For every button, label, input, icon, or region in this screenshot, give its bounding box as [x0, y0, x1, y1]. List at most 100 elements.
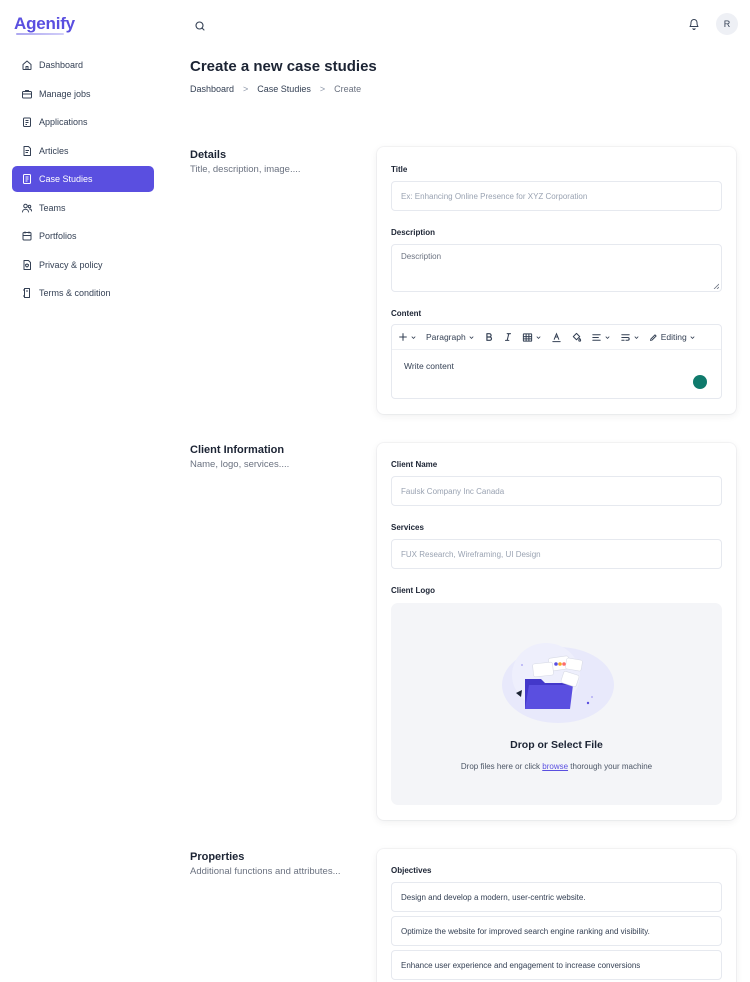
sidebar-item-label: Case Studies — [39, 174, 93, 184]
section-subtitle: Additional functions and attributes... — [190, 866, 341, 877]
bold-button[interactable] — [484, 332, 494, 342]
breadcrumb: Dashboard > Case Studies > Create — [190, 84, 361, 94]
page-title: Create a new case studies — [190, 58, 377, 75]
upload-text-prefix: Drop files here or click — [460, 762, 543, 771]
terms-icon — [23, 288, 30, 298]
align-button[interactable] — [591, 332, 611, 343]
breadcrumb-case-studies[interactable]: Case Studies — [257, 84, 311, 94]
sidebar-item-label: Dashboard — [39, 60, 84, 70]
text-color-icon — [552, 332, 561, 342]
shield-doc-icon — [23, 259, 31, 270]
chevron-down-icon — [690, 335, 695, 339]
sidebar-item-label: Terms & condition — [39, 288, 111, 298]
paragraph-select[interactable]: Paragraph — [426, 332, 475, 342]
app-logo[interactable]: Agenify — [14, 14, 75, 34]
title-label: Title — [391, 165, 408, 174]
description-placeholder: Description — [401, 252, 442, 261]
users-icon — [22, 203, 32, 212]
chevron-down-icon — [634, 335, 639, 339]
client-card: Client Name Faulsk Company Inc Canada Se… — [377, 443, 736, 820]
upload-text-suffix: thorough your machine — [568, 762, 653, 771]
properties-card: Objectives Design and develop a modern, … — [377, 849, 736, 982]
sidebar-item-label: Manage jobs — [39, 88, 91, 99]
logo-underline — [16, 33, 64, 35]
section-subtitle: Name, logo, services.... — [190, 459, 290, 470]
sidebar-item-teams[interactable]: Teams — [12, 195, 154, 221]
pencil-icon — [649, 333, 657, 341]
plus-icon — [399, 333, 407, 341]
section-subtitle: Title, description, image.... — [190, 164, 301, 175]
search-icon[interactable] — [190, 16, 210, 36]
editing-mode-select[interactable]: Editing — [649, 332, 696, 342]
table-icon — [522, 332, 532, 342]
breadcrumb-separator: > — [319, 84, 326, 94]
properties-section-header: Properties Additional functions and attr… — [190, 851, 341, 877]
bell-icon[interactable] — [684, 14, 704, 34]
upload-title: Drop or Select File — [510, 739, 603, 751]
text-color-button[interactable] — [551, 332, 562, 343]
objectives-label: Objectives — [391, 866, 432, 875]
table-button[interactable] — [522, 332, 542, 343]
wrap-button[interactable] — [620, 332, 640, 343]
title-input[interactable]: Ex: Enhancing Online Presence for XYZ Co… — [391, 181, 722, 211]
objective-input[interactable]: Optimize the website for improved search… — [391, 916, 722, 946]
browse-link[interactable]: browse — [542, 762, 568, 771]
bold-icon — [486, 333, 492, 341]
italic-button[interactable] — [503, 332, 513, 342]
details-card: Title Ex: Enhancing Online Presence for … — [377, 147, 736, 414]
client-section-header: Client Information Name, logo, services.… — [190, 444, 289, 470]
sidebar-item-case-studies[interactable]: Case Studies — [12, 166, 154, 192]
document-icon — [23, 174, 31, 184]
file-dropzone[interactable]: Drop or Select File Drop files here or c… — [391, 603, 722, 805]
services-input[interactable]: FUX Research, Wireframing, UI Design — [391, 539, 722, 569]
chevron-down-icon — [536, 335, 541, 339]
services-label: Services — [391, 523, 424, 532]
chat-assistant-icon[interactable] — [693, 375, 707, 389]
editor-toolbar: Paragraph Editing — [392, 325, 721, 350]
insert-button[interactable] — [398, 332, 417, 342]
editor-content[interactable]: Write content — [392, 350, 721, 382]
details-section-header: Details Title, description, image.... — [190, 149, 301, 175]
section-title: Client Information — [190, 444, 285, 456]
chevron-down-icon — [469, 335, 474, 339]
sidebar-item-manage-jobs[interactable]: Manage jobs — [12, 81, 154, 107]
portfolio-icon — [22, 231, 32, 241]
text-wrap-icon — [620, 333, 630, 341]
sidebar-item-terms[interactable]: Terms & condition — [12, 280, 154, 306]
align-left-icon — [591, 333, 601, 341]
clipboard-icon — [23, 117, 31, 127]
avatar[interactable]: R — [716, 13, 738, 35]
highlight-button[interactable] — [571, 332, 582, 343]
sidebar-item-applications[interactable]: Applications — [12, 109, 154, 135]
sidebar-item-articles[interactable]: Articles — [12, 138, 154, 164]
home-icon — [22, 60, 32, 70]
client-name-input[interactable]: Faulsk Company Inc Canada — [391, 476, 722, 506]
upload-illustration-icon — [502, 643, 614, 723]
sidebar-item-label: Applications — [39, 117, 88, 127]
chevron-down-icon — [605, 335, 610, 339]
sidebar-item-portfolios[interactable]: Portfolios — [12, 223, 154, 249]
paragraph-label: Paragraph — [426, 332, 466, 342]
sidebar-item-label: Articles — [39, 145, 69, 156]
briefcase-icon — [22, 89, 32, 98]
content-label: Content — [391, 309, 422, 318]
italic-icon — [504, 333, 511, 341]
sidebar-item-label: Privacy & policy — [39, 259, 103, 270]
upload-instructions: Drop files here or click browse thorough… — [391, 762, 722, 771]
section-title: Properties — [190, 851, 245, 863]
breadcrumb-separator: > — [243, 84, 249, 94]
description-textarea[interactable]: Description — [391, 244, 722, 292]
description-label: Description — [391, 228, 436, 237]
client-name-label: Client Name — [391, 460, 438, 469]
paint-bucket-icon — [572, 332, 581, 342]
sidebar-item-privacy-policy[interactable]: Privacy & policy — [12, 252, 154, 278]
resize-handle-icon[interactable] — [713, 283, 719, 289]
chevron-down-icon — [411, 335, 416, 339]
objective-input[interactable]: Enhance user experience and engagement t… — [391, 950, 722, 980]
section-title: Details — [190, 149, 227, 161]
sidebar-item-dashboard[interactable]: Dashboard — [12, 52, 154, 78]
breadcrumb-dashboard[interactable]: Dashboard — [190, 84, 234, 94]
sidebar-item-label: Teams — [39, 202, 66, 213]
objective-input[interactable]: Design and develop a modern, user-centri… — [391, 882, 722, 912]
content-editor: Paragraph Editing Write content — [391, 324, 722, 399]
